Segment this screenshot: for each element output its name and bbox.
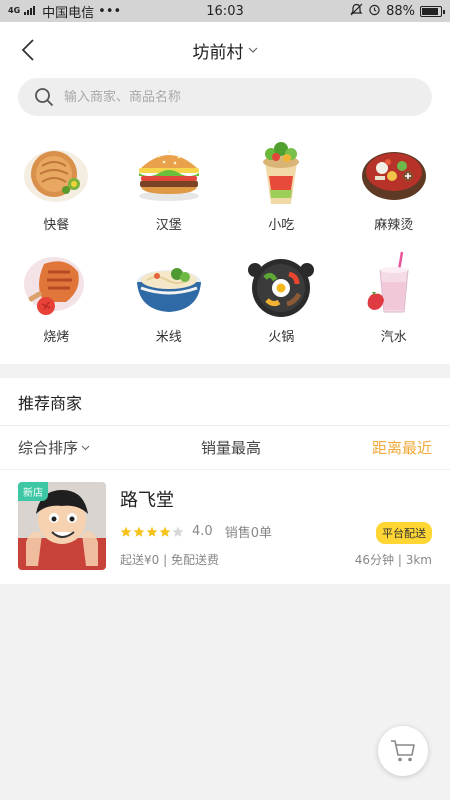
category-hotpot[interactable]: 火锅 [225,244,338,356]
new-shop-badge: 新店 [18,482,48,501]
hotpot-bowl-icon [361,152,426,200]
category-malatang[interactable]: 麻辣烫 [338,132,450,244]
carrier-label: 中国电信 [42,5,95,21]
battery-percent: 88% [386,3,415,19]
sort-comprehensive-label: 综合排序 [18,439,79,457]
battery-icon [420,5,445,17]
category-soda[interactable]: 汽水 [338,244,450,356]
status-bar: 4G 中国电信 ••• 16:03 88% [0,0,450,22]
sort-sales[interactable]: 销量最高 [90,437,372,458]
rating-value: 4.0 [192,524,213,539]
network-indicator: 4G [8,6,21,15]
shop-info: 路飞堂 4.0 销售0单 起送¥0 | 免配送费 46分钟 | 3km 平台配送 [120,482,432,572]
star-icon [120,526,132,537]
category-label: 火锅 [268,330,295,345]
shop-delivery-row: 起送¥0 | 免配送费 46分钟 | 3km [120,551,432,568]
mute-bell-icon [350,3,363,20]
star-icon [133,526,145,537]
burger-icon [138,150,199,201]
category-label: 汽水 [380,330,407,345]
chevron-down-icon [248,47,257,53]
category-label: 米线 [155,330,182,345]
category-label: 快餐 [43,218,70,233]
shop-card[interactable]: 新店 路飞堂 4.0 销售0单 起送¥0 | 免配送费 46分钟 | 3km 平… [0,470,450,584]
search-input[interactable] [64,89,416,105]
search-icon [35,88,54,107]
category-bbq[interactable]: 烧烤 [0,244,113,356]
chevron-down-icon [81,445,90,450]
category-label: 烧烤 [43,330,70,345]
category-label: 汉堡 [155,218,182,233]
cart-icon [391,740,415,762]
delivery-info: 起送¥0 | 免配送费 [120,553,219,567]
shop-thumbnail: 新店 [18,482,106,570]
category-snack[interactable]: 小吃 [225,132,338,244]
pizza-icon [24,150,89,202]
sales-count: 销售0单 [224,526,272,541]
sort-comprehensive[interactable]: 综合排序 [18,437,90,458]
category-label: 小吃 [268,218,295,233]
star-icon [159,526,171,537]
cart-button[interactable] [378,726,428,776]
back-arrow-icon [21,39,34,61]
sort-distance[interactable]: 距离最近 [372,437,432,458]
alarm-icon [368,3,381,20]
category-burger[interactable]: 汉堡 [113,132,226,244]
hotpot-icon [248,259,315,317]
location-selector[interactable]: 坊前村 [193,38,258,63]
sort-bar: 综合排序 销量最高 距离最近 [0,426,450,470]
page-title: 坊前村 [192,42,244,63]
category-label: 麻辣烫 [374,218,414,233]
back-button[interactable] [16,38,40,62]
category-fastfood[interactable]: 快餐 [0,132,113,244]
signal-icon [24,4,38,19]
star-icon [146,526,158,537]
rating-stars [120,526,184,538]
header: 坊前村 [0,22,450,78]
search-box[interactable] [18,78,432,116]
section-divider [0,364,450,378]
category-rice-noodle[interactable]: 米线 [113,244,226,356]
noodle-bowl-icon [136,268,201,312]
shop-name: 路飞堂 [120,490,174,511]
category-grid: 快餐 汉堡 小吃 麻辣烫 烧烤 米线 火锅 汽水 [0,126,450,364]
time-distance: 46分钟 | 3km [354,553,432,567]
star-icon [172,526,184,537]
wrap-icon [263,142,300,204]
recommended-section: 推荐商家 综合排序 销量最高 距离最近 新店 路飞堂 4.0 销售0单 起送¥0… [0,378,450,584]
search-area [0,78,450,126]
section-title: 推荐商家 [0,378,450,426]
drink-icon [367,251,409,313]
platform-delivery-badge: 平台配送 [376,522,432,544]
bbq-icon [24,257,85,315]
more-dots: ••• [98,3,122,19]
